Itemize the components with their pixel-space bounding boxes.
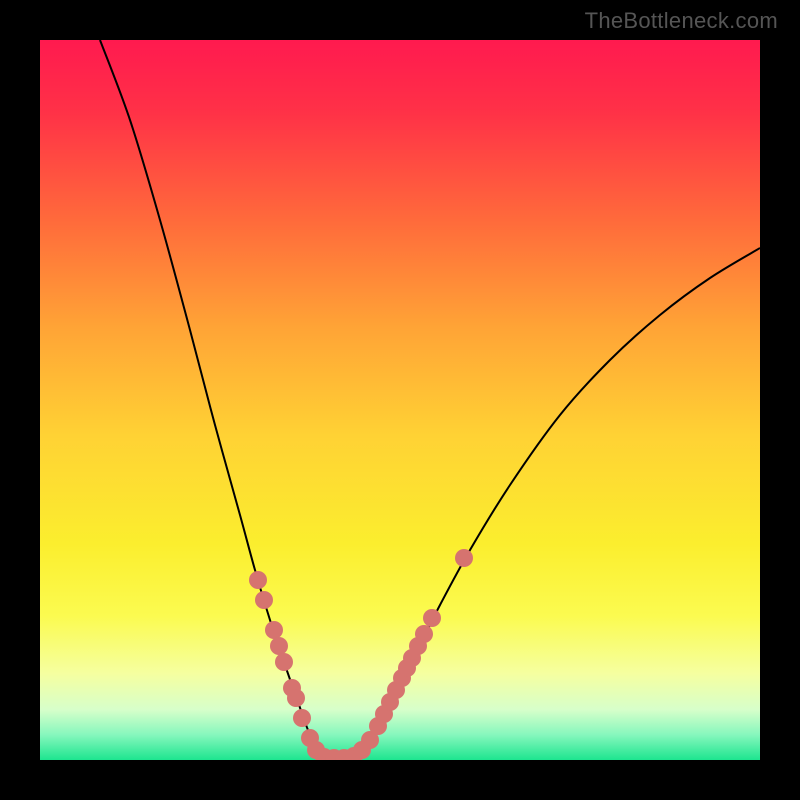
highlight-dot bbox=[293, 709, 311, 727]
highlight-dots bbox=[249, 549, 473, 760]
highlight-dot bbox=[270, 637, 288, 655]
chart-frame: TheBottleneck.com bbox=[0, 0, 800, 800]
highlight-dot bbox=[287, 689, 305, 707]
highlight-dot bbox=[265, 621, 283, 639]
highlight-dot bbox=[415, 625, 433, 643]
highlight-dot bbox=[275, 653, 293, 671]
highlight-dot bbox=[249, 571, 267, 589]
watermark-text: TheBottleneck.com bbox=[585, 8, 778, 34]
highlight-dot bbox=[423, 609, 441, 627]
curve-layer bbox=[40, 40, 760, 760]
highlight-dot bbox=[255, 591, 273, 609]
plot-area bbox=[40, 40, 760, 760]
bottleneck-curve bbox=[100, 40, 760, 759]
highlight-dot bbox=[455, 549, 473, 567]
